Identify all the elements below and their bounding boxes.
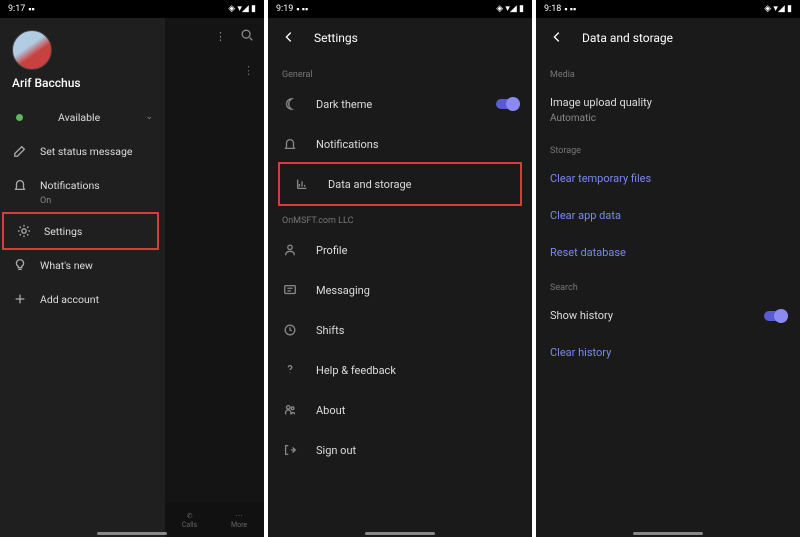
- dark-theme-toggle[interactable]: [496, 99, 518, 109]
- clock: 9:17: [8, 4, 25, 14]
- page-title: Settings: [314, 31, 358, 45]
- clock: 9:19: [276, 4, 293, 14]
- show-history-toggle[interactable]: [764, 311, 786, 321]
- row-data-storage[interactable]: Data and storage: [280, 164, 520, 204]
- user-name: Arif Bacchus: [0, 76, 165, 100]
- person-icon: [282, 242, 298, 258]
- row-image-quality[interactable]: Image upload quality: [536, 84, 800, 111]
- status-bar: 9:18▪ ▪▪ ◈ ▾◢ ▮: [536, 0, 800, 18]
- phone-screen-1: 9:17▪▪ ◈ ▾◢ ▮ Arif Bacchus Available ⌄ S…: [0, 0, 264, 537]
- content: Settings General Dark theme Notification…: [268, 18, 532, 537]
- chart-icon: [294, 176, 310, 192]
- dots-icon: ⋯: [236, 512, 243, 520]
- avatar[interactable]: [12, 30, 52, 70]
- back-icon[interactable]: [550, 30, 564, 47]
- row-clear-temp[interactable]: Clear temporary files: [536, 160, 800, 197]
- row-help[interactable]: Help & feedback: [268, 350, 532, 390]
- nav-more[interactable]: ⋯More: [231, 512, 247, 529]
- status-icons: ◈ ▾◢ ▮: [764, 4, 792, 14]
- row-notifications[interactable]: Notifications: [268, 124, 532, 164]
- header: Data and storage: [536, 18, 800, 58]
- home-indicator[interactable]: [365, 532, 435, 535]
- more-vertical-icon[interactable]: ⋮: [243, 64, 254, 527]
- highlight-settings: Settings: [2, 212, 159, 250]
- teams-icon: [282, 402, 298, 418]
- clock: 9:18: [544, 4, 561, 14]
- bottom-nav: ✆Calls ⋯More: [165, 503, 264, 537]
- message-icon: [282, 282, 298, 298]
- bell-icon: [12, 177, 28, 193]
- section-org: OnMSFT.com LLC: [268, 204, 532, 230]
- highlight-data-storage: Data and storage: [278, 162, 522, 206]
- row-clear-history[interactable]: Clear history: [536, 334, 800, 371]
- home-indicator[interactable]: [633, 532, 703, 535]
- section-media: Media: [536, 58, 800, 84]
- row-reset-db[interactable]: Reset database: [536, 234, 800, 271]
- search-icon[interactable]: [240, 28, 254, 45]
- row-sign-out[interactable]: Sign out: [268, 430, 532, 470]
- row-profile[interactable]: Profile: [268, 230, 532, 270]
- more-vertical-icon[interactable]: ⋮: [215, 30, 226, 43]
- page-title: Data and storage: [582, 31, 673, 45]
- edit-icon: [12, 143, 28, 159]
- section-storage: Storage: [536, 134, 800, 160]
- status-bar: 9:17▪▪ ◈ ▾◢ ▮: [0, 0, 264, 18]
- question-icon: [282, 362, 298, 378]
- set-status-message[interactable]: Set status message: [0, 134, 165, 168]
- row-image-quality-value: Automatic: [536, 111, 800, 134]
- moon-icon: [282, 96, 298, 112]
- content: Arif Bacchus Available ⌄ Set status mess…: [0, 18, 264, 537]
- phone-screen-3: 9:18▪ ▪▪ ◈ ▾◢ ▮ Data and storage Media I…: [536, 0, 800, 537]
- plus-icon: [12, 291, 28, 307]
- main-pane: ⋮ ⋮: [165, 18, 264, 537]
- chevron-down-icon: ⌄: [145, 112, 153, 122]
- nav-calls[interactable]: ✆Calls: [182, 512, 197, 529]
- home-indicator[interactable]: [97, 532, 167, 535]
- phone-screen-2: 9:19▪ ▪▪ ◈ ▾◢ ▮ Settings General Dark th…: [268, 0, 532, 537]
- content: Data and storage Media Image upload qual…: [536, 18, 800, 537]
- row-clear-app[interactable]: Clear app data: [536, 197, 800, 234]
- status-label: Available: [58, 111, 100, 124]
- header: Settings: [268, 18, 532, 58]
- status-row[interactable]: Available ⌄: [0, 100, 165, 134]
- bell-icon: [282, 136, 298, 152]
- presence-available-icon: [16, 114, 23, 121]
- sign-out-icon: [282, 442, 298, 458]
- row-dark-theme[interactable]: Dark theme: [268, 84, 532, 124]
- status-bar: 9:19▪ ▪▪ ◈ ▾◢ ▮: [268, 0, 532, 18]
- row-about[interactable]: About: [268, 390, 532, 430]
- status-icons: ◈ ▾◢ ▮: [228, 4, 256, 14]
- app-indicator-icon: ▪▪: [28, 4, 34, 15]
- row-shifts[interactable]: Shifts: [268, 310, 532, 350]
- whats-new-row[interactable]: What's new: [0, 248, 165, 282]
- section-search: Search: [536, 271, 800, 297]
- add-account-row[interactable]: Add account: [0, 282, 165, 316]
- status-icons: ◈ ▾◢ ▮: [496, 4, 524, 14]
- gear-icon: [16, 223, 32, 239]
- section-general: General: [268, 58, 532, 84]
- app-indicator-icon: ▪ ▪▪: [564, 4, 576, 15]
- row-show-history[interactable]: Show history: [536, 297, 800, 334]
- app-indicator-icon: ▪ ▪▪: [296, 4, 308, 15]
- lightbulb-icon: [12, 257, 28, 273]
- clock-icon: [282, 322, 298, 338]
- row-messaging[interactable]: Messaging: [268, 270, 532, 310]
- phone-icon: ✆: [187, 512, 193, 520]
- settings-row[interactable]: Settings: [4, 214, 157, 248]
- back-icon[interactable]: [282, 30, 296, 47]
- nav-drawer: Arif Bacchus Available ⌄ Set status mess…: [0, 18, 165, 537]
